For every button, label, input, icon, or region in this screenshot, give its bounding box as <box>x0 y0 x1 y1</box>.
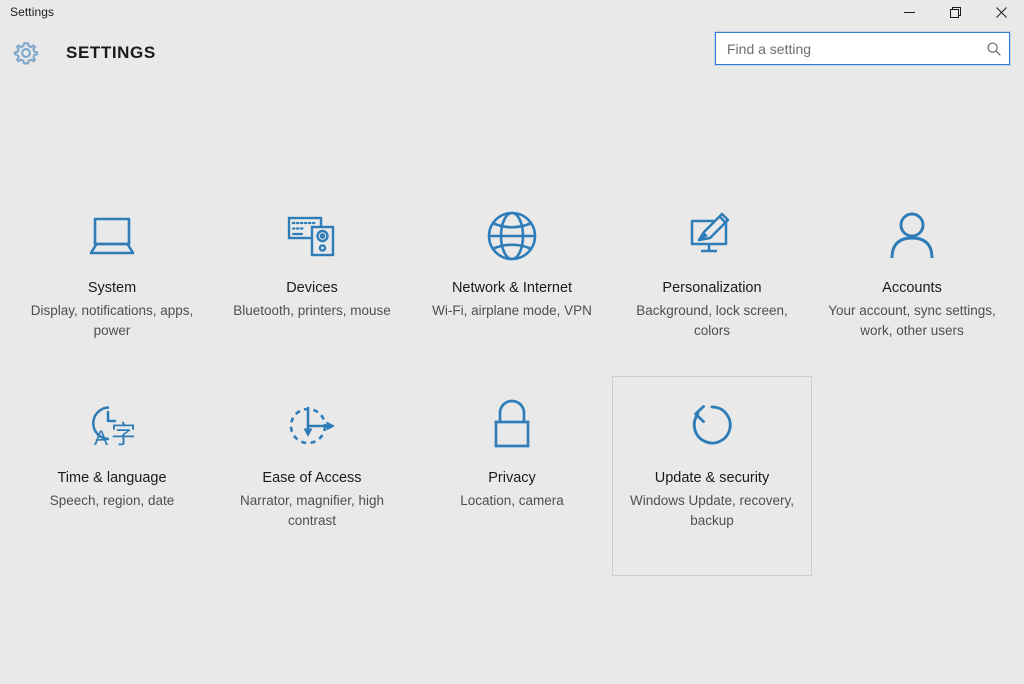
title-bar: Settings <box>0 0 1024 24</box>
search-icon[interactable] <box>979 41 1009 57</box>
tile-title: Privacy <box>488 470 536 486</box>
tile-time-language[interactable]: A 字 Time & language Speech, region, date <box>12 376 212 576</box>
window-controls <box>886 0 1024 24</box>
tile-description: Narrator, magnifier, high contrast <box>239 493 385 528</box>
tile-privacy[interactable]: Privacy Location, camera <box>412 376 612 576</box>
refresh-circle-icon <box>684 395 740 457</box>
tile-title: Time & language <box>57 470 167 486</box>
globe-icon <box>484 205 540 267</box>
tile-personalization[interactable]: Personalization Background, lock screen,… <box>612 186 812 386</box>
clock-language-icon: A 字 <box>82 395 142 457</box>
tile-description: Bluetooth, printers, mouse <box>233 303 391 318</box>
tile-description: Windows Update, recovery, backup <box>629 493 795 528</box>
gear-icon <box>11 38 41 68</box>
tile-accounts[interactable]: Accounts Your account, sync settings, wo… <box>812 186 1012 386</box>
tile-description: Background, lock screen, colors <box>636 303 788 338</box>
close-button[interactable] <box>978 0 1024 24</box>
page-title: SETTINGS <box>66 43 156 62</box>
svg-text:A: A <box>94 427 108 450</box>
search-box[interactable] <box>715 32 1010 65</box>
tile-title: Devices <box>286 280 338 296</box>
tile-ease-of-access[interactable]: Ease of Access Narrator, magnifier, high… <box>212 376 412 576</box>
tile-title: System <box>87 280 137 296</box>
laptop-icon <box>82 205 142 267</box>
app-header: SETTINGS <box>0 24 1024 82</box>
restore-icon <box>949 6 961 18</box>
minimize-button[interactable] <box>886 0 932 24</box>
tile-description: Your account, sync settings, work, other… <box>828 303 996 338</box>
svg-text:字: 字 <box>111 420 136 449</box>
search-input[interactable] <box>716 33 979 64</box>
tile-description: Wi-Fi, airplane mode, VPN <box>432 303 592 318</box>
tile-description: Speech, region, date <box>49 493 175 508</box>
tile-description: Display, notifications, apps, power <box>30 303 194 338</box>
tile-title: Personalization <box>662 280 762 296</box>
person-icon <box>884 205 940 267</box>
tile-description: Location, camera <box>460 493 564 508</box>
window-title: Settings <box>10 5 55 19</box>
padlock-icon <box>487 395 537 457</box>
tile-title: Accounts <box>882 280 942 296</box>
accessibility-arrows-icon <box>284 395 340 457</box>
tile-title: Ease of Access <box>262 470 362 486</box>
tile-title: Network & Internet <box>451 280 573 296</box>
tile-system[interactable]: System Display, notifications, apps, pow… <box>12 186 212 386</box>
maximize-button[interactable] <box>932 0 978 24</box>
tile-network-internet[interactable]: Network & Internet Wi-Fi, airplane mode,… <box>412 186 612 386</box>
tile-devices[interactable]: Devices Bluetooth, printers, mouse <box>212 186 412 386</box>
tile-update-security[interactable]: Update & security Windows Update, recove… <box>612 376 812 576</box>
keyboard-device-icon <box>282 205 342 267</box>
tile-title: Update & security <box>654 470 770 486</box>
settings-grid: System Display, notifications, apps, pow… <box>12 186 1012 576</box>
monitor-brush-icon <box>682 205 742 267</box>
minimize-icon <box>903 11 915 13</box>
close-icon <box>995 6 1007 18</box>
